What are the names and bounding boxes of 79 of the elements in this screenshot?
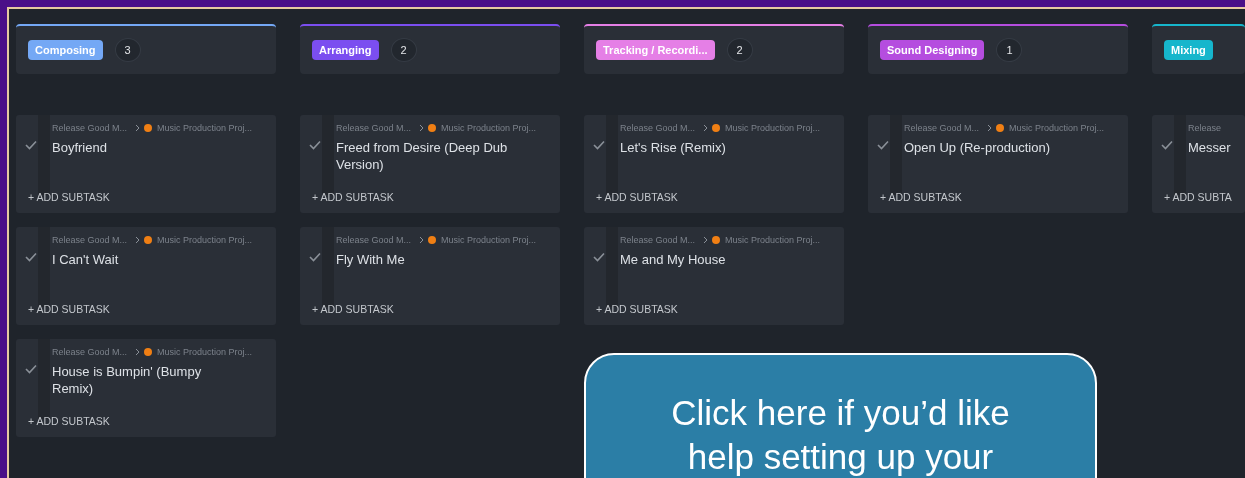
status-tag[interactable]: Mixing (1164, 40, 1213, 60)
task-count: 1 (996, 38, 1023, 62)
task-card[interactable]: Release Good M... Music Production Proj... Boyfriend + ADD SUBTASK (16, 115, 276, 213)
project-dot (996, 124, 1005, 132)
task-title: Open Up (Re-production) (904, 139, 1051, 157)
breadcrumb-link[interactable]: Music Production Proj... (441, 235, 537, 245)
chevron-icon (135, 348, 141, 356)
chevron-icon (703, 124, 709, 132)
task-title: Me and My House (620, 251, 727, 269)
check-icon[interactable] (1161, 140, 1173, 150)
add-subtask-button[interactable]: + ADD SUBTASK (300, 191, 394, 203)
check-icon[interactable] (25, 364, 37, 374)
add-subtask-button[interactable]: + ADD SUBTASK (16, 415, 110, 427)
task-title: Boyfriend (52, 139, 108, 157)
status-tag[interactable]: Composing (28, 40, 103, 60)
breadcrumb-link[interactable]: Music Production Proj... (157, 347, 253, 357)
task-card[interactable]: Release Good M... Music Production Proj... I Can't Wait + ADD SUBTASK (16, 227, 276, 325)
check-icon[interactable] (593, 140, 605, 150)
status-tag[interactable]: Sound Designing (880, 40, 985, 60)
task-card[interactable]: Release Good M... Music Production Proj... Let's Rise (Remix) + ADD SUBTASK (584, 115, 844, 213)
status-tag[interactable]: Tracking / Recordi... (596, 40, 715, 60)
chevron-icon (135, 236, 141, 244)
chevron-icon (987, 124, 993, 132)
task-count: 2 (390, 38, 417, 62)
task-card[interactable]: Release Good M... Music Production Proj... House is Bumpin' (Bumpy Remix) + ADD SUBTASK (16, 339, 276, 437)
breadcrumb-link[interactable]: Release Good M... (904, 123, 980, 133)
add-subtask-button[interactable]: + ADD SUBTASK (868, 191, 962, 203)
check-icon[interactable] (25, 140, 37, 150)
add-subtask-button[interactable]: + ADD SUBTA (1152, 191, 1232, 203)
project-dot (144, 124, 153, 132)
breadcrumb-link[interactable]: Release Good M... (620, 235, 696, 245)
task-title: Fly With Me (336, 251, 406, 269)
breadcrumb-link[interactable]: Music Production Proj... (725, 123, 821, 133)
check-icon[interactable] (593, 252, 605, 262)
task-card[interactable]: Release Good M... Music Production Proj... Open Up (Re-production) + ADD SUBTASK (868, 115, 1128, 213)
add-subtask-button[interactable]: + ADD SUBTASK (584, 303, 678, 315)
breadcrumb-link[interactable]: Music Production Proj... (725, 235, 821, 245)
breadcrumb-link[interactable]: Music Production Proj... (1009, 123, 1105, 133)
check-icon[interactable] (309, 252, 321, 262)
project-dot (712, 236, 721, 244)
breadcrumb-link[interactable]: Release Good M... (336, 235, 412, 245)
breadcrumb-link[interactable]: Release Good M... (620, 123, 696, 133)
task-count: 3 (114, 38, 141, 62)
chevron-icon (419, 124, 425, 132)
add-subtask-button[interactable]: + ADD SUBTASK (16, 303, 110, 315)
breadcrumb-link[interactable]: Music Production Proj... (441, 123, 537, 133)
project-dot (144, 348, 153, 356)
breadcrumb-link[interactable]: Music Production Proj... (157, 123, 253, 133)
task-count: 2 (726, 38, 753, 62)
chevron-icon (703, 236, 709, 244)
task-card[interactable]: Release Messer + ADD SUBTA (1152, 115, 1245, 213)
breadcrumb-link[interactable]: Music Production Proj... (157, 235, 253, 245)
breadcrumb-link[interactable]: Release Good M... (336, 123, 412, 133)
task-title: House is Bumpin' (Bumpy Remix) (52, 363, 203, 398)
breadcrumb-link[interactable]: Release (1188, 123, 1222, 133)
check-icon[interactable] (877, 140, 889, 150)
project-dot (144, 236, 153, 244)
task-title: Let's Rise (Remix) (620, 139, 727, 157)
status-tag[interactable]: Arranging (312, 40, 379, 60)
add-subtask-button[interactable]: + ADD SUBTASK (16, 191, 110, 203)
check-icon[interactable] (25, 252, 37, 262)
task-title: Messer (1188, 139, 1231, 157)
add-subtask-button[interactable]: + ADD SUBTASK (584, 191, 678, 203)
task-card[interactable]: Release Good M... Music Production Proj... Me and My House + ADD SUBTASK (584, 227, 844, 325)
chevron-icon (419, 236, 425, 244)
breadcrumb-link[interactable]: Release Good M... (52, 347, 128, 357)
breadcrumb-link[interactable]: Release Good M... (52, 235, 128, 245)
task-title: Freed from Desire (Deep Dub Version) (336, 139, 509, 174)
chevron-icon (135, 124, 141, 132)
add-subtask-button[interactable]: + ADD SUBTASK (300, 303, 394, 315)
help-callout[interactable]: Click here if you’d like help setting up your (584, 353, 1097, 478)
check-icon[interactable] (309, 140, 321, 150)
project-dot (428, 236, 437, 244)
project-dot (428, 124, 437, 132)
project-dot (712, 124, 721, 132)
breadcrumb-link[interactable]: Release Good M... (52, 123, 128, 133)
task-card[interactable]: Release Good M... Music Production Proj... Freed from Desire (Deep Dub Version) + ADD SUBTASK (300, 115, 560, 213)
task-card[interactable]: Release Good M... Music Production Proj... Fly With Me + ADD SUBTASK (300, 227, 560, 325)
task-title: I Can't Wait (52, 251, 120, 269)
